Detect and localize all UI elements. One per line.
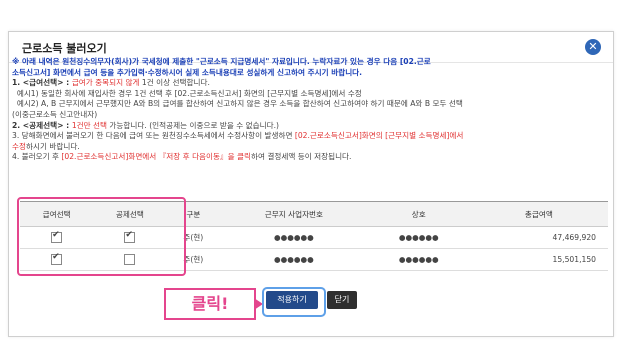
total-salary-cell: 15,501,150 bbox=[469, 248, 608, 271]
notice-line: 3. 당해화면에서 불러오기 한 다음에 급여 또는 원천징수소득세에서 수정사… bbox=[12, 131, 464, 141]
notice-line: (이중근로소득 신고안내자) bbox=[12, 109, 98, 119]
bizno-cell: ●●●●●● bbox=[220, 248, 368, 271]
click-callout: 클릭! bbox=[164, 288, 256, 320]
notice-line: 2. <공제선택> : 1건만 선택 가능합니다. (인적공제는 이중으로 받을… bbox=[12, 120, 279, 130]
notice-line: 4. 불러오기 후 [02.근로소득신고서]화면에서 『저장 후 다음이동』을 … bbox=[12, 152, 352, 162]
notice-text: ※ 아래 내역은 원천징수의무자(회사)가 국세청에 제출한 "근로소득 지급명… bbox=[12, 57, 602, 163]
notice-line: 예시1) 동일한 회사에 재입사한 경우 1건 선택 후 [02.근로소득신고서… bbox=[16, 88, 362, 98]
company-cell: ●●●●●● bbox=[367, 248, 470, 271]
col-company: 상호 bbox=[367, 201, 470, 227]
notice-line: ※ 아래 내역은 원천징수의무자(회사)가 국세청에 제출한 "근로소득 지급명… bbox=[12, 57, 431, 66]
close-button[interactable]: 닫기 bbox=[327, 291, 357, 309]
dialog-title: 근로소득 불러오기 bbox=[22, 42, 107, 55]
notice-line: 수정하시기 바랍니다. bbox=[12, 141, 80, 151]
notice-line: 소득신고서] 화면에서 급여 등을 추가입력·수정하시어 실제 소득내용대로 성… bbox=[12, 67, 363, 77]
total-salary-cell: 47,469,920 bbox=[469, 226, 608, 249]
company-cell: ●●●●●● bbox=[367, 226, 470, 249]
notice-line: 1. <급여선택> : 급여가 중복되지 않게 1건 이상 선택합니다. bbox=[12, 78, 210, 88]
notice-line: 예시2) A, B 근무지에서 근무했지만 A와 B의 급여를 합산하여 신고하… bbox=[16, 99, 463, 109]
selection-highlight bbox=[17, 197, 186, 276]
col-total-salary: 총급여액 bbox=[469, 201, 608, 227]
apply-button[interactable]: 적용하기 bbox=[266, 291, 318, 309]
col-bizno: 근무지 사업자번호 bbox=[220, 201, 368, 227]
close-icon[interactable]: ✕ bbox=[585, 39, 601, 55]
bizno-cell: ●●●●●● bbox=[220, 226, 368, 249]
